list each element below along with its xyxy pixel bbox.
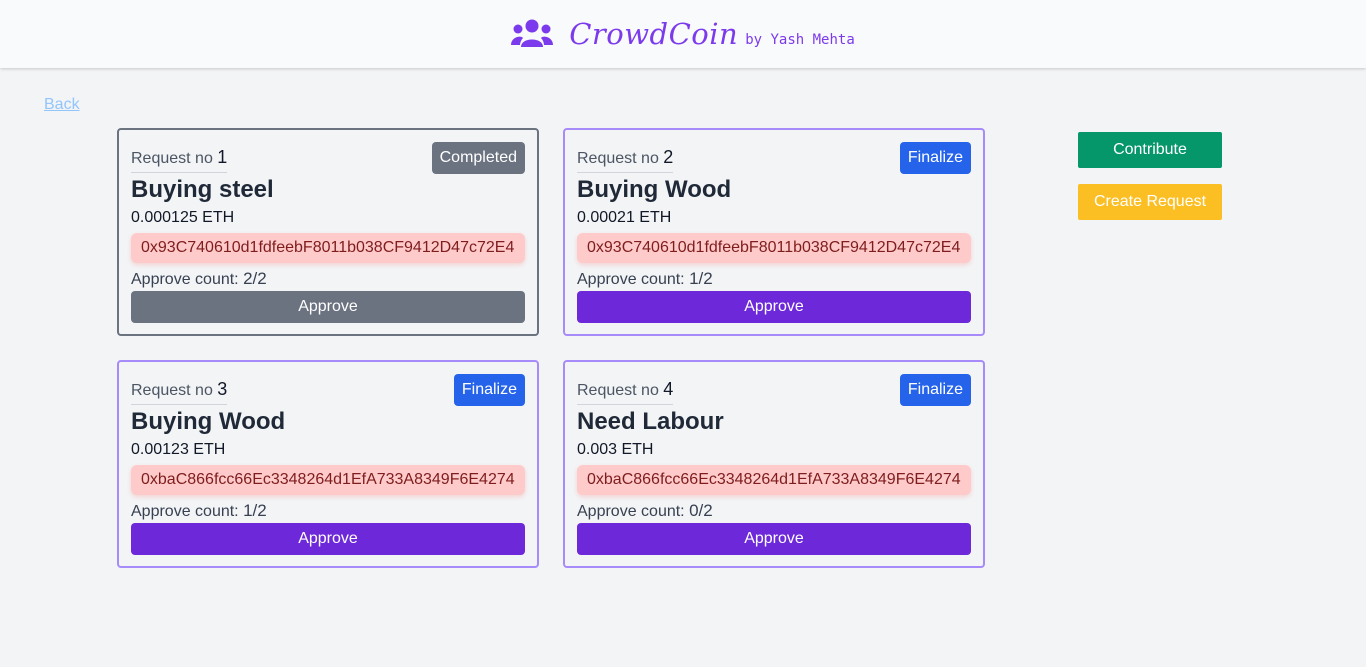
request-number: 4 bbox=[663, 379, 674, 399]
users-icon bbox=[511, 19, 554, 47]
completed-button[interactable]: Completed bbox=[431, 142, 525, 174]
request-amount: 0.000125 ETH bbox=[131, 209, 235, 226]
approve-button[interactable]: Approve bbox=[577, 523, 971, 555]
approve-count-value: 2/2 bbox=[243, 269, 267, 288]
finalize-button[interactable]: Finalize bbox=[899, 374, 971, 406]
recipient-address: 0x93C740610d1fdfeebF8011b038CF9412D47c72… bbox=[577, 233, 971, 263]
contribute-button[interactable]: Contribute bbox=[1078, 132, 1222, 168]
request-number-label: Request no 2 bbox=[577, 147, 674, 173]
approve-count: Approve count: 1/2 bbox=[577, 269, 713, 288]
navbar: CrowdCoin by Yash Mehta bbox=[0, 0, 1366, 68]
approve-count-value: 0/2 bbox=[689, 501, 713, 520]
brand-author: by Yash Mehta bbox=[745, 31, 855, 48]
finalize-button[interactable]: Finalize bbox=[899, 142, 971, 174]
brand-name: CrowdCoin bbox=[569, 17, 739, 51]
approve-count: Approve count: 0/2 bbox=[577, 501, 713, 520]
approve-count-value: 1/2 bbox=[689, 269, 713, 288]
request-title: Buying Wood bbox=[131, 408, 286, 435]
recipient-address: 0xbaC866fcc66Ec3348264d1EfA733A8349F6E42… bbox=[577, 465, 971, 495]
request-number: 3 bbox=[217, 379, 228, 399]
approve-count: Approve count: 1/2 bbox=[131, 501, 267, 520]
recipient-address: 0x93C740610d1fdfeebF8011b038CF9412D47c72… bbox=[131, 233, 525, 263]
approve-button[interactable]: Approve bbox=[577, 291, 971, 323]
request-number-label: Request no 4 bbox=[577, 379, 674, 405]
approve-count: Approve count: 2/2 bbox=[131, 269, 267, 288]
request-card: Request no 4 Finalize Need Labour 0.003 … bbox=[563, 360, 985, 568]
approve-button[interactable]: Approve bbox=[131, 291, 525, 323]
back-link[interactable]: Back bbox=[44, 96, 80, 114]
request-card: Request no 3 Finalize Buying Wood 0.0012… bbox=[117, 360, 539, 568]
request-card: Request no 1 Completed Buying steel 0.00… bbox=[117, 128, 539, 336]
request-amount: 0.00021 ETH bbox=[577, 209, 672, 226]
recipient-address: 0xbaC866fcc66Ec3348264d1EfA733A8349F6E42… bbox=[131, 465, 525, 495]
request-number: 1 bbox=[217, 147, 228, 167]
approve-count-value: 1/2 bbox=[243, 501, 267, 520]
request-title: Need Labour bbox=[577, 408, 724, 435]
brand[interactable]: CrowdCoin by Yash Mehta bbox=[511, 17, 855, 51]
request-amount: 0.003 ETH bbox=[577, 441, 654, 458]
request-amount: 0.00123 ETH bbox=[131, 441, 226, 458]
create-request-button[interactable]: Create Request bbox=[1078, 184, 1222, 220]
request-number-label: Request no 3 bbox=[131, 379, 228, 405]
request-title: Buying Wood bbox=[577, 176, 732, 203]
request-card: Request no 2 Finalize Buying Wood 0.0002… bbox=[563, 128, 985, 336]
request-number: 2 bbox=[663, 147, 674, 167]
request-number-label: Request no 1 bbox=[131, 147, 228, 173]
request-title: Buying steel bbox=[131, 176, 274, 203]
finalize-button[interactable]: Finalize bbox=[453, 374, 525, 406]
approve-button[interactable]: Approve bbox=[131, 523, 525, 555]
